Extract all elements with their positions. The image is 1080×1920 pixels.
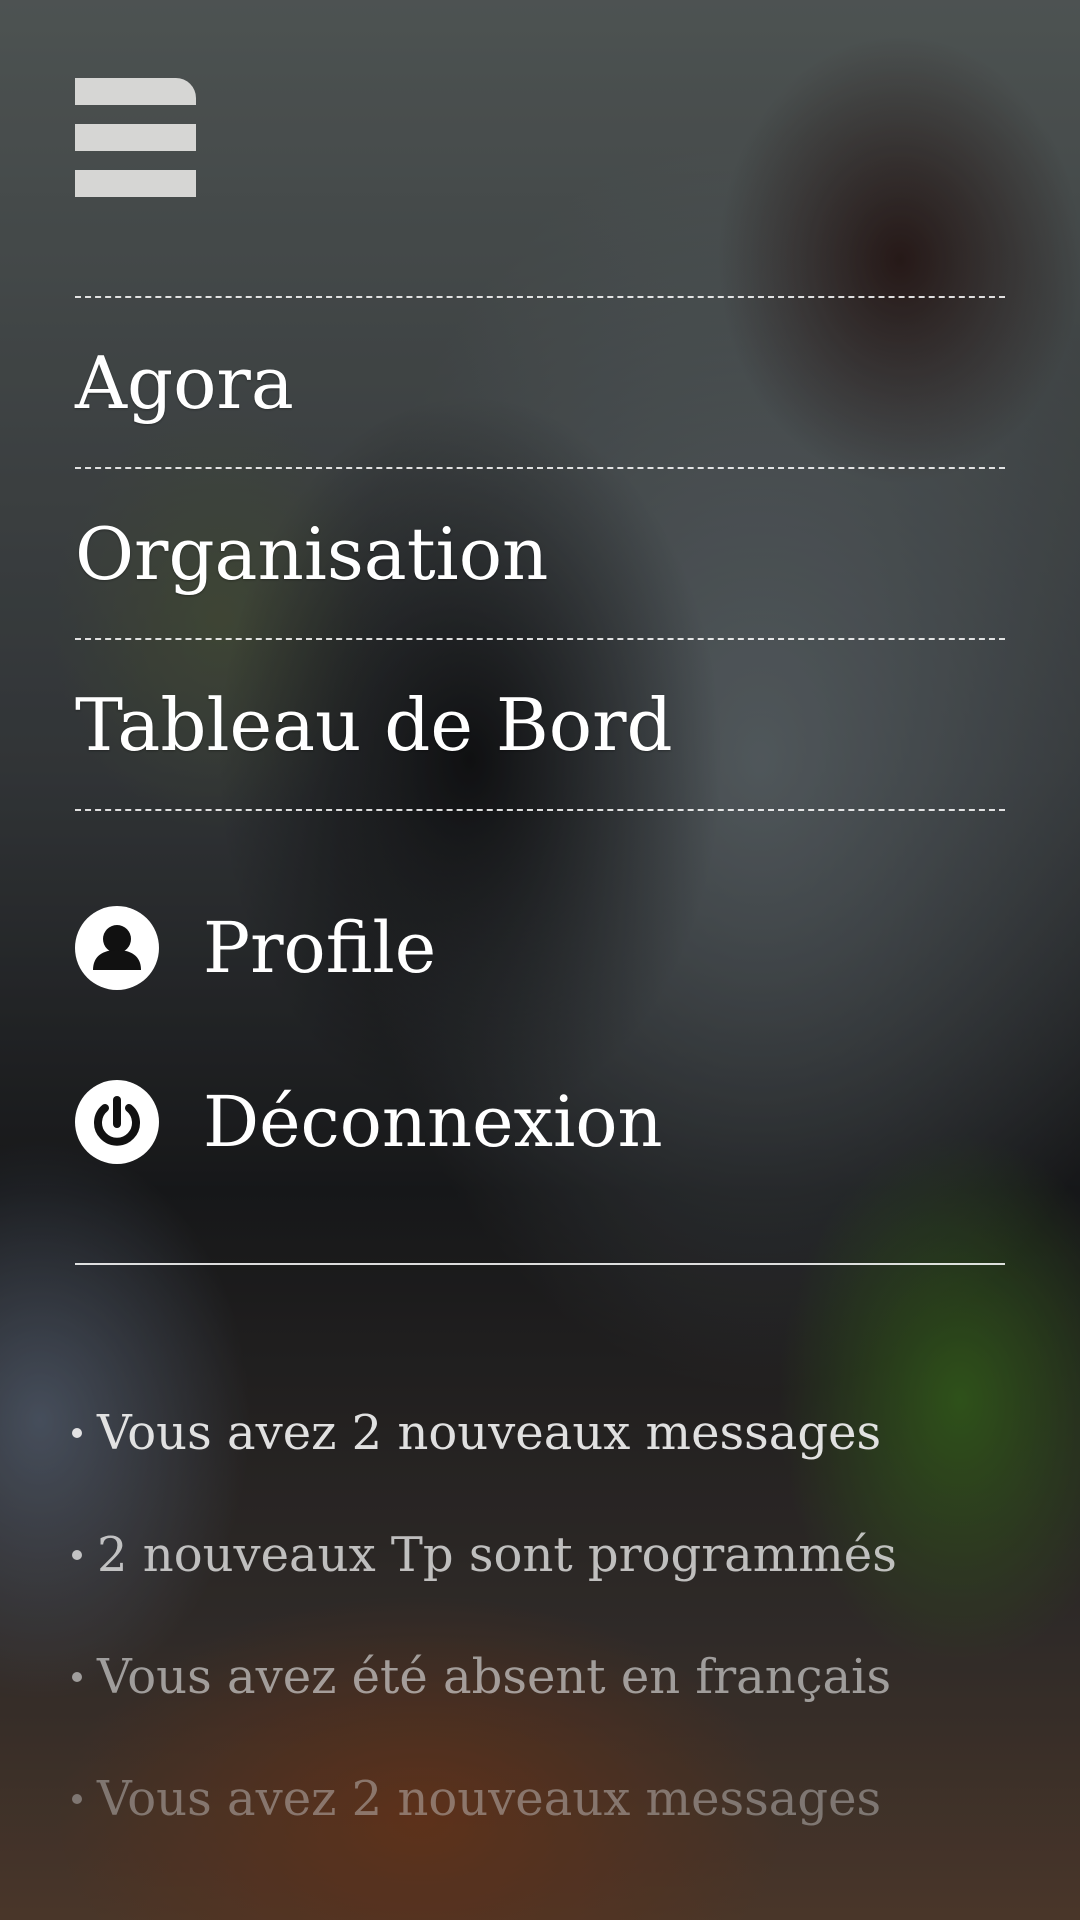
notification-item[interactable]: Vous avez 2 nouveaux messages [72, 1738, 1032, 1860]
main-navigation: Agora Organisation Tableau de Bord [75, 296, 1005, 811]
notification-list: Vous avez 2 nouveaux messages 2 nouveaux… [72, 1372, 1032, 1860]
user-icon [75, 906, 159, 990]
logout-label: Déconnexion [203, 1081, 663, 1163]
menu-icon-bar [75, 124, 196, 151]
logout-button[interactable]: Déconnexion [75, 1067, 675, 1177]
side-menu: Agora Organisation Tableau de Bord Profi… [0, 0, 1080, 1920]
power-icon [75, 1080, 159, 1164]
bullet-icon [72, 1550, 82, 1560]
profile-link[interactable]: Profile [75, 893, 675, 1003]
notification-item[interactable]: 2 nouveaux Tp sont programmés [72, 1494, 1032, 1616]
menu-icon-bar [75, 170, 196, 197]
notification-text: 2 nouveaux Tp sont programmés [97, 1527, 897, 1583]
section-divider [75, 1263, 1005, 1265]
notification-text: Vous avez 2 nouveaux messages [97, 1405, 882, 1461]
menu-item-organisation[interactable]: Organisation [75, 469, 1005, 638]
menu-item-agora[interactable]: Agora [75, 298, 1005, 467]
notification-item[interactable]: Vous avez 2 nouveaux messages [72, 1372, 1032, 1494]
menu-item-tableau-de-bord[interactable]: Tableau de Bord [75, 640, 1005, 809]
bullet-icon [72, 1672, 82, 1682]
notification-text: Vous avez 2 nouveaux messages [97, 1771, 882, 1827]
notification-text: Vous avez été absent en français [97, 1649, 892, 1705]
menu-icon[interactable] [75, 78, 196, 197]
bullet-icon [72, 1794, 82, 1804]
notification-item[interactable]: Vous avez été absent en français [72, 1616, 1032, 1738]
menu-divider [75, 809, 1005, 811]
profile-label: Profile [203, 907, 437, 989]
menu-icon-bar [75, 78, 196, 105]
bullet-icon [72, 1428, 82, 1438]
